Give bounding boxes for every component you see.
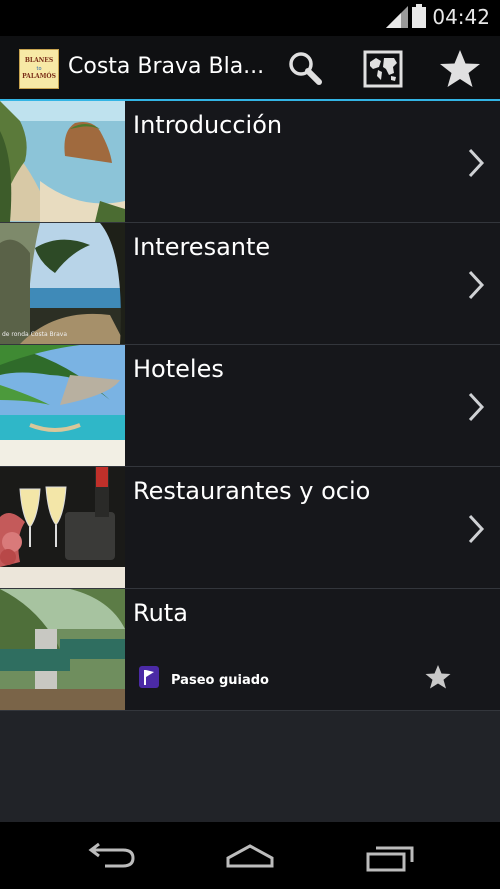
clock: 04:42 (432, 5, 490, 29)
list-item-label: Ruta (133, 599, 188, 627)
list-item-restaurantes[interactable]: Restaurantes y ocio (0, 467, 500, 589)
thumbnail-coastal-path: de ronda Costa Brava (0, 223, 125, 344)
guided-tour-label: Paseo guiado (171, 673, 269, 688)
list-item-hoteles[interactable]: Hoteles (0, 345, 500, 467)
thumbnail-beach-rock (0, 101, 125, 222)
chevron-right-icon (468, 514, 485, 544)
chevron-right-icon (468, 270, 485, 300)
list-item-label: Introducción (133, 111, 283, 139)
app-logo[interactable]: BLANES to PALAMÓS (19, 49, 59, 89)
list-item-interesante[interactable]: de ronda Costa Brava Interesante (0, 223, 500, 345)
search-button[interactable] (284, 48, 330, 90)
navigation-bar (0, 822, 500, 889)
list-item-label: Interesante (133, 233, 271, 261)
chevron-right-icon (468, 148, 485, 178)
star-icon[interactable] (424, 663, 452, 691)
favorites-button[interactable] (437, 48, 483, 90)
home-icon[interactable] (224, 842, 276, 870)
list-item-introduccion[interactable]: Introducción (0, 101, 500, 223)
thumbnail-trail-sign (0, 589, 125, 710)
search-icon (289, 52, 322, 85)
list-item-label: Hoteles (133, 355, 224, 383)
menu-list: Introducción de ronda Costa Brava Intere… (0, 101, 500, 711)
thumbnail-caption: de ronda Costa Brava (2, 331, 68, 338)
action-bar: BLANES to PALAMÓS Costa Brava Bla... (0, 36, 500, 103)
thumbnail-palm-hammock (0, 345, 125, 466)
signal-icon (386, 6, 408, 28)
recent-apps-icon[interactable] (366, 842, 418, 872)
star-icon (440, 50, 480, 87)
thumbnail-champagne (0, 467, 125, 588)
logo-text-3: PALAMÓS (22, 73, 56, 80)
status-bar: 04:42 (0, 0, 500, 36)
flag-icon (139, 666, 159, 688)
chevron-right-icon (468, 392, 485, 422)
app-title: Costa Brava Bla... (68, 54, 265, 79)
list-item-ruta[interactable]: Ruta Paseo guiado (0, 589, 500, 711)
map-button[interactable] (360, 48, 406, 90)
logo-text-2: to (36, 66, 42, 72)
logo-text-1: BLANES (24, 57, 54, 64)
map-icon (363, 50, 403, 88)
back-icon[interactable] (85, 842, 137, 870)
battery-icon (412, 4, 426, 28)
list-item-label: Restaurantes y ocio (133, 477, 371, 505)
